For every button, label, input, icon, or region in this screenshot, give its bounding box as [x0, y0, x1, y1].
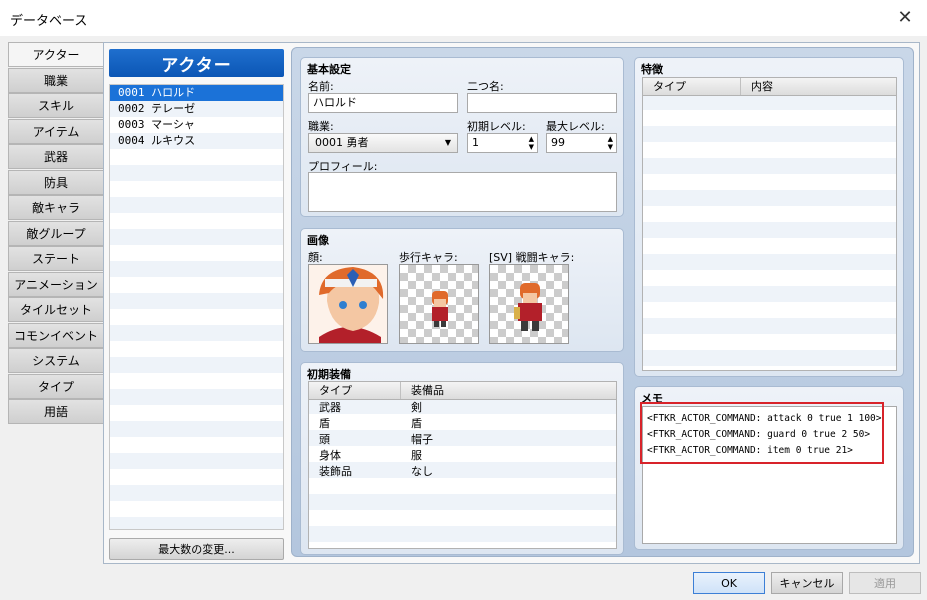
- tab-item[interactable]: アイテム: [8, 118, 104, 144]
- class-select[interactable]: 0001 勇者 ▼: [308, 133, 458, 153]
- tab-armor[interactable]: 防具: [8, 169, 104, 195]
- traits-title: 特徴: [641, 63, 663, 76]
- basic-settings-title: 基本設定: [307, 63, 351, 76]
- max-level-value: 99: [551, 136, 565, 149]
- table-cell: 装飾品: [319, 465, 352, 478]
- tab-common-event[interactable]: コモンイベント: [8, 322, 104, 348]
- max-level-stepper[interactable]: 99 ▲ ▼: [546, 133, 617, 153]
- nickname-label: 二つ名:: [467, 80, 504, 93]
- table-row[interactable]: 盾 盾: [309, 416, 616, 432]
- table-row[interactable]: 装飾品 なし: [309, 464, 616, 480]
- close-icon[interactable]: ✕: [893, 6, 917, 30]
- table-cell: 剣: [411, 401, 422, 414]
- change-max-button[interactable]: 最大数の変更...: [109, 538, 284, 560]
- highlight-box: [640, 402, 884, 464]
- category-tabs: アクター 職業 スキル アイテム 武器 防具 敵キャラ 敵グループ ステート ア…: [8, 42, 104, 425]
- tab-state[interactable]: ステート: [8, 246, 104, 271]
- name-label: 名前:: [308, 80, 334, 93]
- table-row[interactable]: 身体 服: [309, 448, 616, 464]
- ok-button[interactable]: OK: [693, 572, 765, 594]
- equipment-title: 初期装備: [307, 368, 351, 381]
- walk-character-image[interactable]: [399, 264, 479, 344]
- list-item[interactable]: 0001 ハロルド: [110, 85, 283, 101]
- chevron-down-icon: ▼: [444, 138, 451, 147]
- window-title: データベース: [10, 14, 88, 29]
- column-header: 装備品: [411, 384, 444, 397]
- column-header: 内容: [751, 80, 773, 93]
- equipment-table[interactable]: タイプ 装備品 武器 剣 盾 盾 頭 帽子 身体 服 装飾品 なし: [308, 381, 617, 549]
- table-cell: 帽子: [411, 433, 433, 446]
- tab-skill[interactable]: スキル: [8, 93, 104, 118]
- initial-level-stepper[interactable]: 1 ▲ ▼: [467, 133, 538, 153]
- list-item[interactable]: 0004 ルキウス: [110, 133, 283, 149]
- table-cell: なし: [411, 465, 433, 478]
- face-portrait-icon: [309, 265, 387, 343]
- table-cell: 武器: [319, 401, 341, 414]
- list-item[interactable]: 0002 テレーゼ: [110, 101, 283, 117]
- max-level-label: 最大レベル:: [546, 120, 605, 133]
- spin-arrows-icon[interactable]: ▲ ▼: [529, 135, 534, 151]
- sv-sprite-icon: [514, 283, 542, 331]
- table-cell: 盾: [319, 417, 330, 430]
- tab-terms[interactable]: 用語: [8, 399, 104, 424]
- table-row[interactable]: 頭 帽子: [309, 432, 616, 448]
- class-label: 職業:: [308, 120, 334, 133]
- images-title: 画像: [307, 234, 329, 247]
- walk-label: 歩行キャラ:: [399, 251, 458, 264]
- actor-list-header: アクター: [109, 49, 284, 77]
- table-cell: 身体: [319, 449, 341, 462]
- traits-table[interactable]: タイプ 内容: [642, 77, 897, 371]
- tab-actor[interactable]: アクター: [8, 42, 104, 67]
- table-header: タイプ 内容: [643, 78, 896, 96]
- tab-system[interactable]: システム: [8, 348, 104, 373]
- table-cell: 盾: [411, 417, 422, 430]
- nickname-field[interactable]: [467, 93, 617, 113]
- list-item[interactable]: 0003 マーシャ: [110, 117, 283, 133]
- tab-animation[interactable]: アニメーション: [8, 271, 104, 297]
- face-label: 顔:: [308, 251, 323, 264]
- table-cell: 服: [411, 449, 422, 462]
- tab-type[interactable]: タイプ: [8, 373, 104, 399]
- column-header: タイプ: [309, 382, 401, 399]
- tab-tileset[interactable]: タイルセット: [8, 297, 104, 322]
- initial-level-label: 初期レベル:: [467, 120, 526, 133]
- initial-level-value: 1: [472, 136, 479, 149]
- name-field[interactable]: ハロルド: [308, 93, 458, 113]
- sv-label: [SV] 戦闘キャラ:: [489, 251, 575, 264]
- column-header: タイプ: [643, 78, 741, 95]
- profile-textarea[interactable]: [308, 172, 617, 212]
- apply-button[interactable]: 適用: [849, 572, 921, 594]
- walk-sprite-icon: [432, 291, 448, 327]
- tab-class[interactable]: 職業: [8, 67, 104, 93]
- class-select-value: 0001 勇者: [315, 136, 369, 149]
- tab-troop[interactable]: 敵グループ: [8, 220, 104, 246]
- actor-list[interactable]: 0001 ハロルド 0002 テレーゼ 0003 マーシャ 0004 ルキウス: [109, 84, 284, 530]
- tab-enemy[interactable]: 敵キャラ: [8, 195, 104, 220]
- table-header: タイプ 装備品: [309, 382, 616, 400]
- face-image[interactable]: [308, 264, 388, 344]
- table-cell: 頭: [319, 433, 330, 446]
- table-row[interactable]: 武器 剣: [309, 400, 616, 416]
- spin-arrows-icon[interactable]: ▲ ▼: [608, 135, 613, 151]
- tab-weapon[interactable]: 武器: [8, 144, 104, 169]
- title-bar: データベース ✕: [0, 0, 927, 36]
- sv-battler-image[interactable]: [489, 264, 569, 344]
- cancel-button[interactable]: キャンセル: [771, 572, 843, 594]
